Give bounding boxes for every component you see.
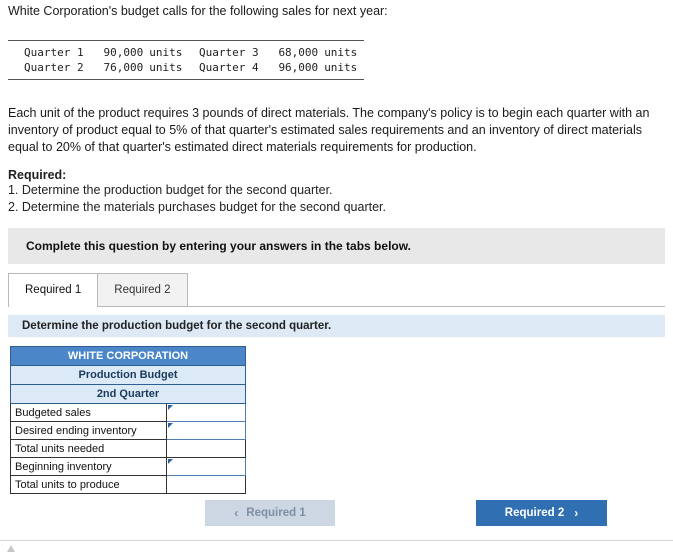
required-heading: Required: (8, 168, 67, 182)
quarter2-unit: units (149, 61, 183, 74)
quarter3-label: Quarter 3 (198, 46, 259, 59)
required-item-2: 2. Determine the materials purchases bud… (8, 200, 386, 214)
table-row: Total units to produce (9, 475, 246, 494)
chevron-right-icon: › (574, 506, 579, 520)
sales-table-top-rule (8, 40, 364, 41)
production-budget-table: WHITE CORPORATION Production Budget 2nd … (9, 346, 246, 494)
navigation-bar: ‹ Required 1 Required 2 › (205, 500, 665, 526)
row-label-total-units-to-produce: Total units to produce (9, 475, 168, 494)
budgeted-sales-input[interactable] (167, 404, 245, 421)
problem-paragraph: Each unit of the product requires 3 poun… (8, 106, 650, 154)
row-label-beginning-inventory: Beginning inventory (9, 457, 168, 476)
quarter4-value: 96,000 (278, 61, 319, 74)
table-row: 2nd Quarter (10, 384, 246, 404)
value-cell-total-units-needed (166, 439, 246, 458)
question-page: White Corporation's budget calls for the… (0, 0, 673, 556)
input-cell-desired-ending-inventory[interactable] (166, 421, 246, 440)
table-row: Beginning inventory (9, 457, 246, 476)
quarter1-unit: units (149, 46, 183, 59)
table-row: Quarter 2 76,000 units Quarter 4 96,000 … (8, 60, 364, 75)
input-cell-beginning-inventory[interactable] (166, 457, 246, 476)
table-row: Production Budget (10, 365, 246, 385)
input-cell-budgeted-sales[interactable] (166, 403, 246, 422)
next-button-label: Required 2 (504, 507, 565, 519)
cell-caret-icon (168, 423, 174, 428)
table-row: WHITE CORPORATION (10, 346, 246, 366)
cell-caret-icon (168, 405, 174, 410)
previous-button-label: Required 1 (246, 507, 306, 519)
sales-data-block: Quarter 1 90,000 units Quarter 3 68,000 … (8, 40, 364, 80)
budget-title: WHITE CORPORATION (10, 346, 246, 366)
tab-required-2[interactable]: Required 2 (97, 273, 188, 306)
quarter3-value: 68,000 (278, 46, 319, 59)
instruction-banner: Complete this question by entering your … (8, 228, 665, 264)
table-row: Total units needed (9, 439, 246, 458)
tab-description: Determine the production budget for the … (8, 315, 665, 337)
quarter2-value: 76,000 (103, 61, 144, 74)
tab-bar: Required 1 Required 2 (8, 273, 665, 307)
budget-subtitle-1: Production Budget (10, 365, 246, 385)
tab-required-1[interactable]: Required 1 (8, 273, 99, 307)
intro-text: White Corporation's budget calls for the… (8, 4, 388, 18)
quarter1-value: 90,000 (103, 46, 144, 59)
required-list: 1. Determine the production budget for t… (8, 182, 386, 216)
sales-table-bottom-rule (8, 79, 364, 80)
quarter1-label: Quarter 1 (24, 46, 84, 59)
row-label-desired-ending-inventory: Desired ending inventory (9, 421, 168, 440)
quarter4-label: Quarter 4 (198, 61, 259, 74)
previous-required-button[interactable]: ‹ Required 1 (205, 500, 335, 526)
quarter3-unit: units (324, 46, 358, 59)
quarter2-label: Quarter 2 (24, 61, 84, 74)
bottom-scroll-bar[interactable] (0, 540, 673, 556)
table-row: Desired ending inventory (9, 421, 246, 440)
value-cell-total-units-to-produce (166, 475, 246, 494)
required-item-1: 1. Determine the production budget for t… (8, 183, 333, 197)
table-row: Budgeted sales (9, 403, 246, 422)
desired-ending-inventory-input[interactable] (167, 422, 245, 439)
budget-subtitle-2: 2nd Quarter (10, 384, 246, 404)
beginning-inventory-input[interactable] (167, 458, 245, 475)
table-row: Quarter 1 90,000 units Quarter 3 68,000 … (8, 45, 364, 60)
next-required-button[interactable]: Required 2 › (476, 500, 607, 526)
quarter4-unit: units (324, 61, 358, 74)
row-label-budgeted-sales: Budgeted sales (9, 403, 168, 422)
chevron-left-icon: ‹ (234, 506, 239, 520)
cell-caret-icon (168, 459, 174, 464)
sales-table: Quarter 1 90,000 units Quarter 3 68,000 … (8, 45, 364, 75)
scroll-up-triangle-icon[interactable] (7, 545, 15, 552)
row-label-total-units-needed: Total units needed (9, 439, 168, 458)
